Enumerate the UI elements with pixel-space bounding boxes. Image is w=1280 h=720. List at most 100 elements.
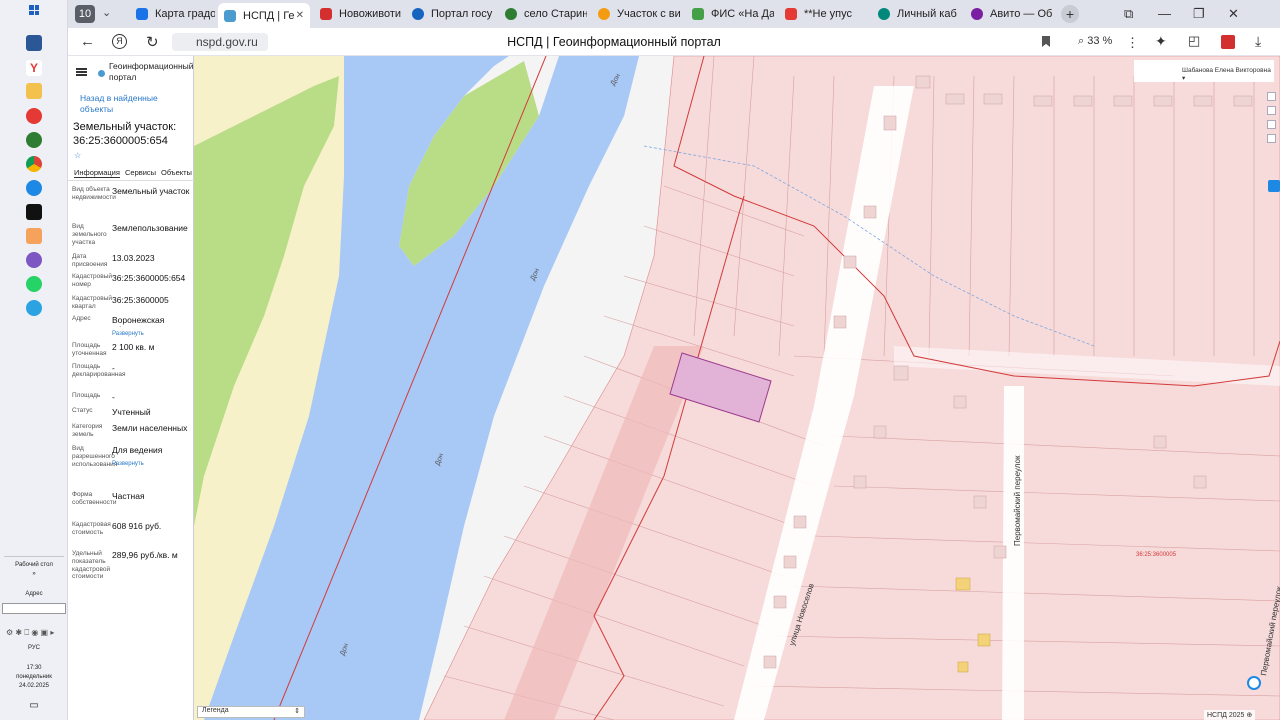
help-icon[interactable] (1247, 676, 1261, 690)
tab-9[interactable]: Личный каб (872, 3, 960, 25)
tab-2-active[interactable]: НСПД | Ге ✕ (218, 3, 310, 28)
address-input[interactable] (2, 603, 66, 614)
tab-label: ФИС «На Да (711, 8, 774, 20)
tab-8[interactable]: **Не упус (779, 3, 867, 25)
tab-4[interactable]: Портал госу (406, 3, 494, 25)
collections-icon[interactable]: ◰ (1188, 33, 1200, 49)
tab-1[interactable]: Карта градо (130, 3, 215, 25)
legend-dropdown[interactable]: Легенда ⇕ (197, 706, 305, 718)
maximize-icon[interactable]: ❐ (1193, 6, 1205, 22)
tab-5[interactable]: село Старин (499, 3, 587, 25)
terminal-icon[interactable] (26, 204, 42, 220)
tab-label: село Старин (524, 8, 587, 20)
tab-label: Портал госу (431, 8, 493, 20)
tab-objects[interactable]: Объекты (161, 168, 193, 177)
field-label: Дата присвоения (72, 253, 108, 268)
map-tool-button-3[interactable] (1267, 120, 1276, 129)
chrome-icon[interactable] (26, 156, 42, 172)
map-canvas[interactable]: Дон Дон Дон Дон улица Новоселов Первомай… (194, 56, 1280, 720)
hamburger-menu-icon[interactable] (76, 68, 87, 76)
lang-indicator[interactable]: РУС (2, 645, 66, 651)
telegram-icon[interactable] (26, 300, 42, 316)
field-label: Вид разрешенного использования (72, 445, 118, 468)
bookmarks-icon[interactable]: ⧉ (1124, 6, 1133, 22)
word-icon[interactable] (26, 35, 42, 51)
field-value: Для ведения личного (112, 445, 163, 457)
map-tool-button-1[interactable] (1267, 92, 1276, 101)
minimize-icon[interactable]: — (1158, 6, 1171, 21)
round-app-icon[interactable] (26, 252, 42, 268)
tab-favicon (971, 8, 983, 20)
tab-favicon (320, 8, 332, 20)
address-label: Адрес (25, 591, 43, 597)
field-value: Частная (112, 491, 145, 501)
zoom-indicator[interactable]: ⌕ 33 % (1078, 35, 1112, 48)
tab-count-button[interactable]: 10 (75, 5, 95, 23)
field-label: Кадастровый квартал (72, 295, 113, 310)
tab-7[interactable]: ФИС «На Да (686, 3, 774, 25)
expand-use-link[interactable]: Развернуть (112, 461, 144, 467)
zoom-value: 33 % (1087, 35, 1113, 47)
map-tool-button-4[interactable] (1267, 134, 1276, 143)
field-value: Воронежская область (112, 315, 165, 327)
zoom-search-icon: ⌕ (1078, 35, 1088, 47)
start-icon[interactable] (29, 5, 39, 15)
pdf-extension-icon[interactable] (1221, 35, 1235, 49)
favorite-star-icon[interactable]: ☆ (74, 151, 81, 160)
edge-icon[interactable] (26, 180, 42, 196)
tab-6[interactable]: Участок с ви (592, 3, 680, 25)
notification-icon[interactable]: ▭ (2, 700, 66, 711)
reload-icon[interactable]: ↻ (146, 33, 159, 51)
object-title: Земельный участок: 36:25:3600005:654 (73, 121, 177, 147)
tab-10[interactable]: Авито — Об (965, 3, 1053, 25)
pencil-icon[interactable] (26, 228, 42, 244)
tab-list-chevron-icon[interactable]: ⌄ (102, 6, 111, 19)
clock-weekday: понедельник (16, 674, 52, 680)
tab-3[interactable]: Новоживоти (314, 3, 402, 25)
page-title: НСПД | Геоинформационный портал (507, 35, 721, 49)
map-view[interactable]: Дон Дон Дон Дон улица Новоселов Первомай… (194, 56, 1280, 720)
field-label: Статус (72, 407, 93, 414)
field-label: Адрес (72, 315, 91, 322)
download-icon[interactable]: ⤓ (1255, 33, 1261, 50)
taskbar: Y Рабочий стол » Адрес ⚙ ✱ ⎕ ◉ ▣ ▸ РУС 1… (0, 0, 68, 720)
folder-icon[interactable] (26, 83, 42, 99)
whatsapp-icon[interactable] (26, 276, 42, 292)
new-tab-button[interactable]: + (1061, 5, 1079, 23)
back-arrow-icon[interactable]: ← (80, 33, 95, 50)
window-close-icon[interactable]: ✕ (1228, 6, 1239, 22)
field-value: 2 100 кв. м (112, 342, 155, 352)
yandex-logo-icon[interactable]: Я (112, 34, 127, 49)
street-label-pervomaisky: Первомайский переулок (1013, 455, 1022, 546)
field-label: Вид объекта недвижимости (72, 186, 116, 201)
menu-dots-icon[interactable]: ⋮ (1126, 35, 1139, 51)
extensions-icon[interactable]: ✦ (1155, 33, 1167, 50)
systray-icons[interactable]: ⚙ ✱ ⎕ ◉ ▣ ▸ (6, 628, 64, 640)
clock-time: 17:30 (26, 665, 42, 671)
account-chevron-icon: ▾ (1182, 75, 1186, 82)
quarter-label: 36:25:3600005 (1136, 552, 1177, 558)
divider (4, 556, 64, 557)
portal-brand[interactable]: Геоинформационный портал (109, 61, 195, 83)
url-field[interactable]: nspd.gov.ru (172, 33, 268, 51)
tab-information[interactable]: Информация (74, 168, 120, 178)
back-to-results-link[interactable]: Назад в найденные объекты (80, 93, 180, 115)
yandex-icon[interactable] (26, 108, 42, 124)
field-value: 289,96 руб./кв. м (112, 550, 178, 560)
expand-address-link[interactable]: Развернуть (112, 331, 144, 337)
copyright-icon: ⊕ (1246, 712, 1253, 719)
tab-favicon (785, 8, 797, 20)
tab-services[interactable]: Сервисы (125, 168, 156, 177)
desktop-label[interactable]: Рабочий стол (2, 562, 66, 568)
yandex-browser-icon[interactable]: Y (26, 60, 42, 76)
map-tool-button-2[interactable] (1267, 106, 1276, 115)
app-icon[interactable] (26, 132, 42, 148)
close-icon[interactable]: ✕ (296, 10, 304, 21)
tab-label: Авито — Об (990, 8, 1053, 20)
field-value: 13.03.2023 (112, 253, 155, 263)
user-account[interactable]: Шабанова Елена Викторовна ▾ (1134, 60, 1274, 82)
bookmark-icon[interactable] (1042, 36, 1050, 47)
field-label: Кадастровый номер (72, 273, 113, 288)
accessibility-icon[interactable] (1268, 180, 1280, 192)
field-label: Площадь декларированная (72, 363, 126, 378)
